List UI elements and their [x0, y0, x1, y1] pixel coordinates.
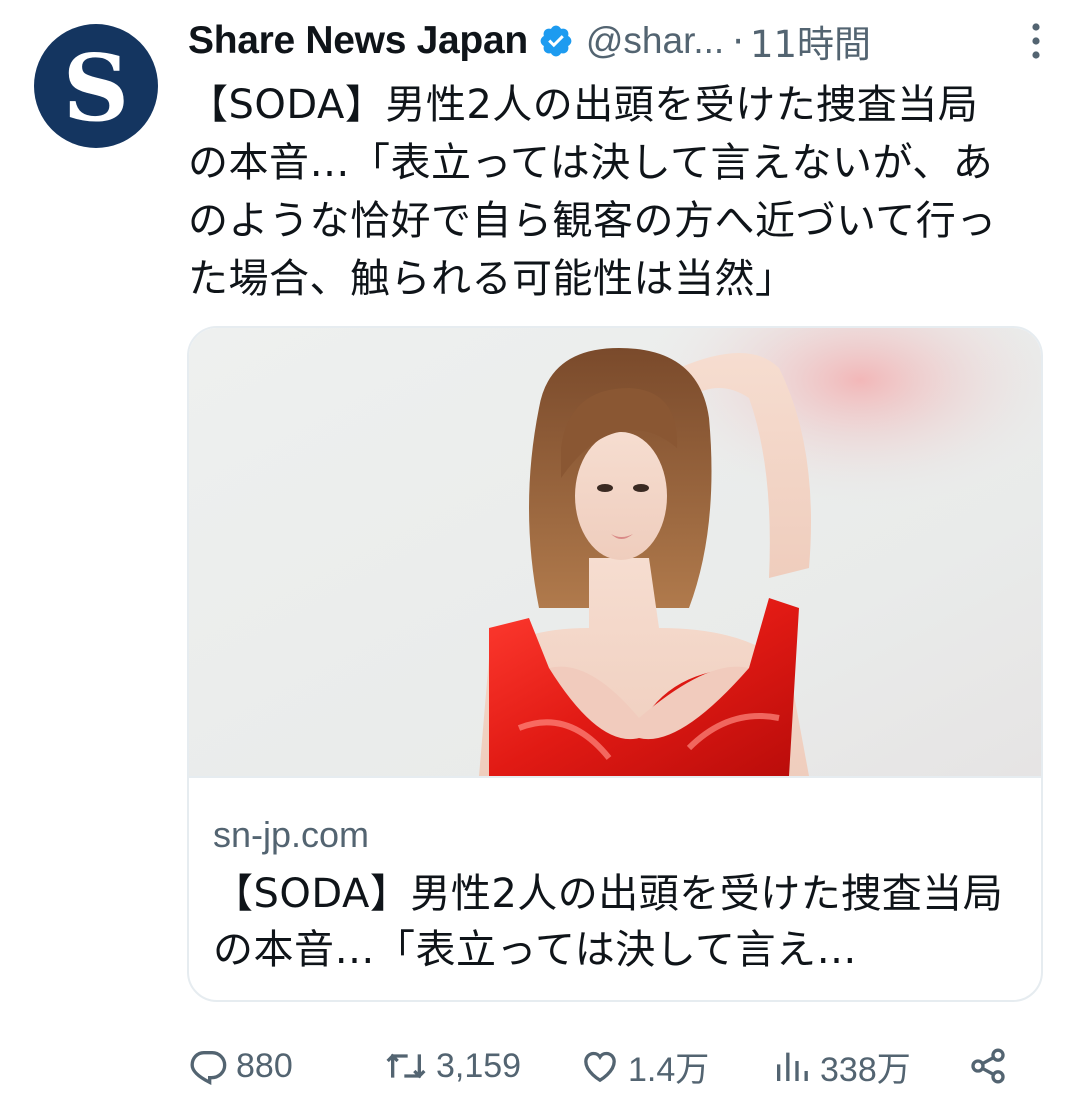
verified-badge-icon[interactable] [538, 23, 574, 59]
views-button[interactable]: 338万 [772, 1042, 911, 1091]
avatar[interactable]: S [34, 24, 158, 148]
reply-button[interactable]: 880 [188, 1046, 293, 1086]
reply-count: 880 [236, 1046, 293, 1085]
separator-dot: · [732, 19, 744, 63]
action-bar: 880 3,159 1.4万 338万 [188, 1040, 1018, 1092]
tweet-header: Share News Japan @shar... · 11時間 [188, 16, 1048, 66]
heart-icon [580, 1046, 620, 1086]
retweet-icon [384, 1046, 428, 1086]
retweet-button[interactable]: 3,159 [384, 1046, 521, 1086]
timestamp[interactable]: 11時間 [750, 14, 871, 68]
card-title[interactable]: 【SODA】男性2人の出頭を受けた捜査当局の本音…「表立っては決して言え… [213, 866, 1013, 978]
retweet-count: 3,159 [436, 1046, 522, 1085]
more-icon[interactable] [1024, 19, 1048, 63]
tweet[interactable]: S Share News Japan @shar... · 11時間 【SODA… [0, 0, 1080, 1102]
share-button[interactable] [968, 1046, 1008, 1086]
like-count: 1.4万 [628, 1050, 710, 1089]
card-image[interactable] [189, 328, 1041, 776]
link-card[interactable]: sn-jp.com 【SODA】男性2人の出頭を受けた捜査当局の本音…「表立って… [187, 326, 1043, 1002]
like-button[interactable]: 1.4万 [580, 1042, 709, 1091]
display-name[interactable]: Share News Japan [188, 19, 528, 63]
avatar-letter: S [62, 34, 130, 142]
card-domain[interactable]: sn-jp.com [213, 814, 369, 856]
views-icon [772, 1046, 812, 1086]
views-count: 338万 [820, 1050, 911, 1089]
card-divider [189, 776, 1041, 778]
tweet-text: 【SODA】男性2人の出頭を受けた捜査当局の本音…「表立っては決して言えないが、… [188, 82, 997, 302]
reply-icon [188, 1046, 228, 1086]
share-icon [968, 1046, 1008, 1086]
handle[interactable]: @shar... [586, 20, 724, 62]
